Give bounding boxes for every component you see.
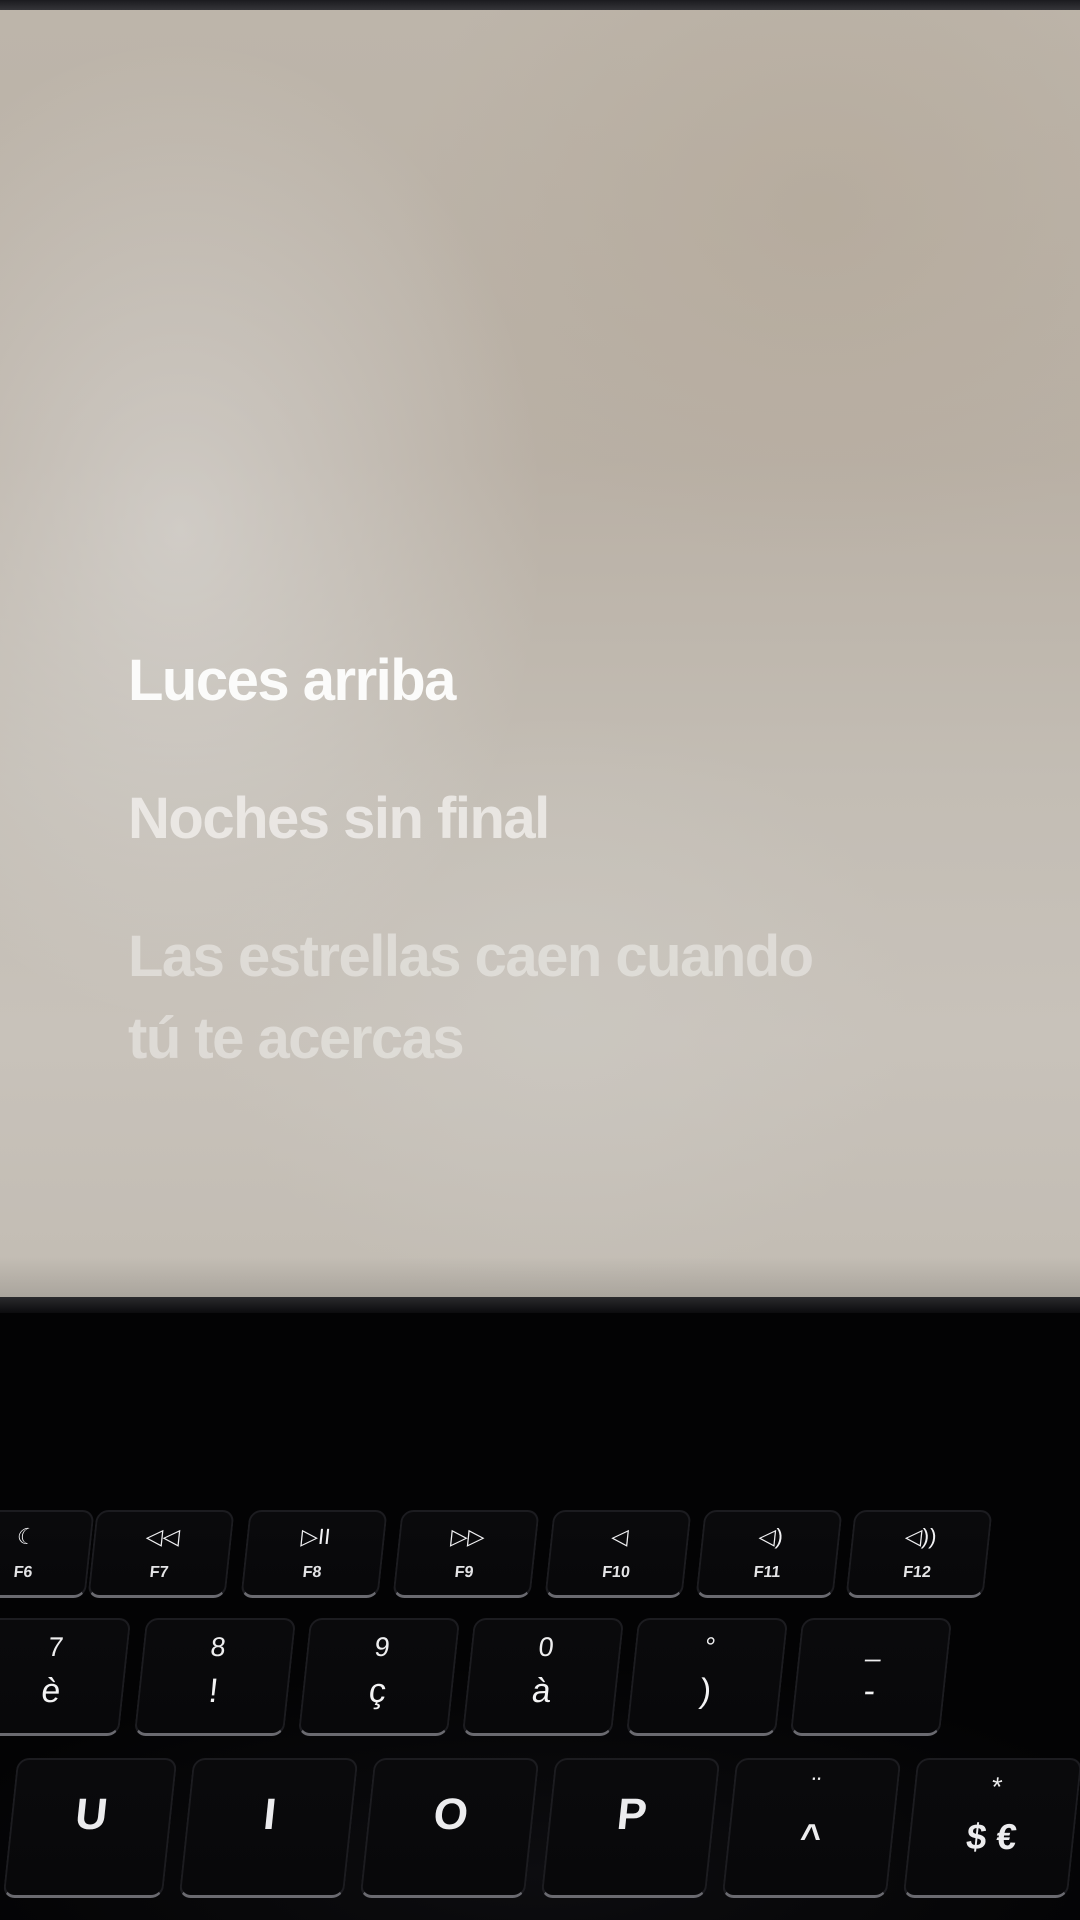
key-f12[interactable]: ◁)) F12 bbox=[845, 1510, 993, 1598]
keyboard: ☾ F6 ◁◁ F7 ▷II F8 ▷▷ F9 ◁ F10 ◁) F11 ◁))… bbox=[0, 1313, 1080, 1920]
mute-icon: ◁ bbox=[610, 1524, 630, 1549]
lyrics-screen: Luces arriba Noches sin final Las estrel… bbox=[0, 10, 1080, 1297]
key-f7[interactable]: ◁◁ F7 bbox=[87, 1510, 235, 1598]
key-label: F9 bbox=[453, 1564, 475, 1581]
laptop-hinge bbox=[0, 1297, 1080, 1313]
key-shift-char: 0 bbox=[537, 1632, 556, 1662]
key-label: F11 bbox=[752, 1564, 782, 1581]
volume-down-icon: ◁) bbox=[757, 1524, 785, 1549]
lyric-line-upcoming-part-1: Las estrellas caen cuando bbox=[128, 924, 814, 989]
key-base-char: ç bbox=[367, 1672, 389, 1710]
key-base-char: è bbox=[39, 1672, 63, 1710]
key-shift-char: 8 bbox=[209, 1632, 228, 1662]
key-label: F10 bbox=[601, 1564, 631, 1581]
key-shift-char: 9 bbox=[373, 1632, 392, 1662]
photo: Luces arriba Noches sin final Las estrel… bbox=[0, 0, 1080, 1920]
key-letter: P bbox=[614, 1790, 650, 1839]
key-shift-char: 7 bbox=[46, 1632, 65, 1662]
play-pause-icon: ▷II bbox=[299, 1524, 332, 1549]
key-o[interactable]: O bbox=[359, 1758, 540, 1898]
key-letter: O bbox=[431, 1790, 471, 1839]
moon-icon: ☾ bbox=[15, 1524, 39, 1549]
lyric-line-upcoming-part-2: tú te acercas bbox=[128, 1006, 465, 1071]
key-letter: I bbox=[261, 1790, 279, 1839]
key-base-char: à bbox=[530, 1672, 553, 1710]
key-f9[interactable]: ▷▷ F9 bbox=[392, 1510, 540, 1598]
key-f8[interactable]: ▷II F8 bbox=[240, 1510, 388, 1598]
key-p[interactable]: P bbox=[540, 1758, 721, 1898]
key-label: F12 bbox=[902, 1564, 932, 1581]
key-letter: U bbox=[72, 1790, 110, 1839]
volume-up-icon: ◁)) bbox=[903, 1524, 938, 1549]
key-f11[interactable]: ◁) F11 bbox=[695, 1510, 843, 1598]
key-label: F6 bbox=[12, 1564, 34, 1581]
lyric-line-current[interactable]: Luces arriba bbox=[128, 640, 948, 722]
key-i[interactable]: I bbox=[178, 1758, 359, 1898]
key-label: F7 bbox=[148, 1564, 170, 1581]
key-u[interactable]: U bbox=[2, 1758, 178, 1898]
key-shift-char: ¨ bbox=[809, 1772, 822, 1802]
key-circumflex[interactable]: ¨ ^ bbox=[721, 1758, 902, 1898]
key-underscore[interactable]: _ - bbox=[789, 1618, 953, 1736]
key-base-char: - bbox=[861, 1672, 878, 1710]
key-base-char: ! bbox=[206, 1672, 221, 1710]
key-label: F8 bbox=[301, 1564, 323, 1581]
key-shift-char: ° bbox=[703, 1632, 718, 1662]
key-f10[interactable]: ◁ F10 bbox=[544, 1510, 692, 1598]
key-dollar[interactable]: * $ € bbox=[902, 1758, 1080, 1898]
key-7[interactable]: 7 è bbox=[0, 1618, 132, 1736]
key-0[interactable]: 0 à bbox=[461, 1618, 625, 1736]
key-letter: ^ bbox=[797, 1816, 824, 1857]
key-base-char: ) bbox=[697, 1672, 714, 1710]
key-letter: $ € bbox=[964, 1816, 1019, 1857]
key-shift-char: * bbox=[989, 1772, 1004, 1802]
key-shift-char: _ bbox=[865, 1632, 884, 1662]
rewind-icon: ◁◁ bbox=[144, 1524, 182, 1549]
key-f6[interactable]: ☾ F6 bbox=[0, 1510, 95, 1598]
lyric-line-upcoming[interactable]: Las estrellas caen cuando tú te acercas bbox=[128, 916, 948, 1080]
key-degree[interactable]: ° ) bbox=[625, 1618, 789, 1736]
lyric-line-next[interactable]: Noches sin final bbox=[128, 778, 948, 860]
fast-forward-icon: ▷▷ bbox=[449, 1524, 487, 1549]
key-9[interactable]: 9 ç bbox=[297, 1618, 461, 1736]
key-8[interactable]: 8 ! bbox=[133, 1618, 297, 1736]
lyrics-view: Luces arriba Noches sin final Las estrel… bbox=[128, 640, 948, 1080]
